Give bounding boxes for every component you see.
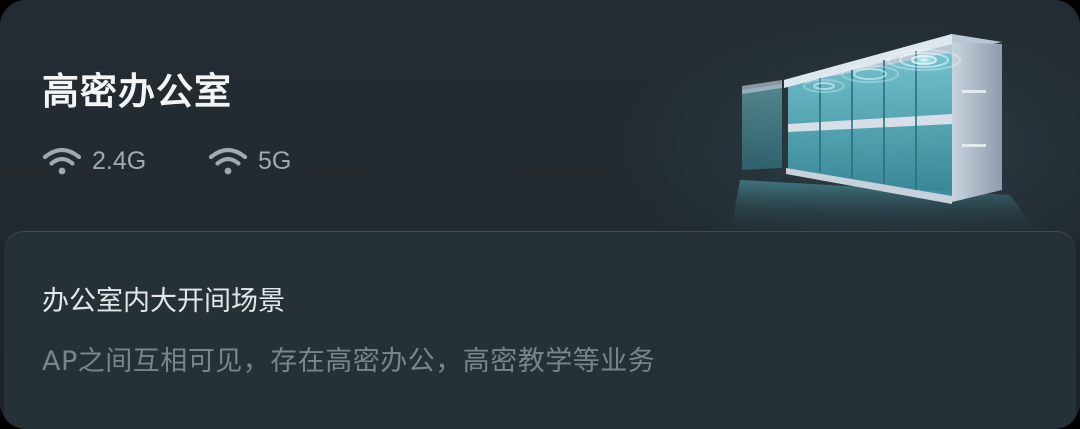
scene-detail-panel: 办公室内大开间场景 AP之间互相可见，存在高密办公，高密教学等业务 bbox=[4, 231, 1076, 429]
card-header: 高密办公室 2.4G 5G bbox=[0, 0, 1080, 240]
scene-title: 办公室内大开间场景 bbox=[42, 286, 285, 317]
scenario-title: 高密办公室 bbox=[42, 70, 232, 113]
band-label-2g4: 2.4G bbox=[92, 146, 147, 175]
office-building-illustration bbox=[730, 34, 1040, 235]
wifi-icon bbox=[208, 147, 248, 175]
wifi-icon bbox=[42, 147, 82, 175]
scene-description: AP之间互相可见，存在高密办公，高密教学等业务 bbox=[42, 346, 656, 377]
scenario-card[interactable]: 高密办公室 2.4G 5G 办公室内大开间场景 AP之间互相可见，存在高密办公，… bbox=[0, 0, 1080, 429]
band-label-5g: 5G bbox=[258, 146, 292, 175]
band-5g: 5G bbox=[208, 138, 291, 184]
band-2g4: 2.4G bbox=[42, 138, 146, 184]
